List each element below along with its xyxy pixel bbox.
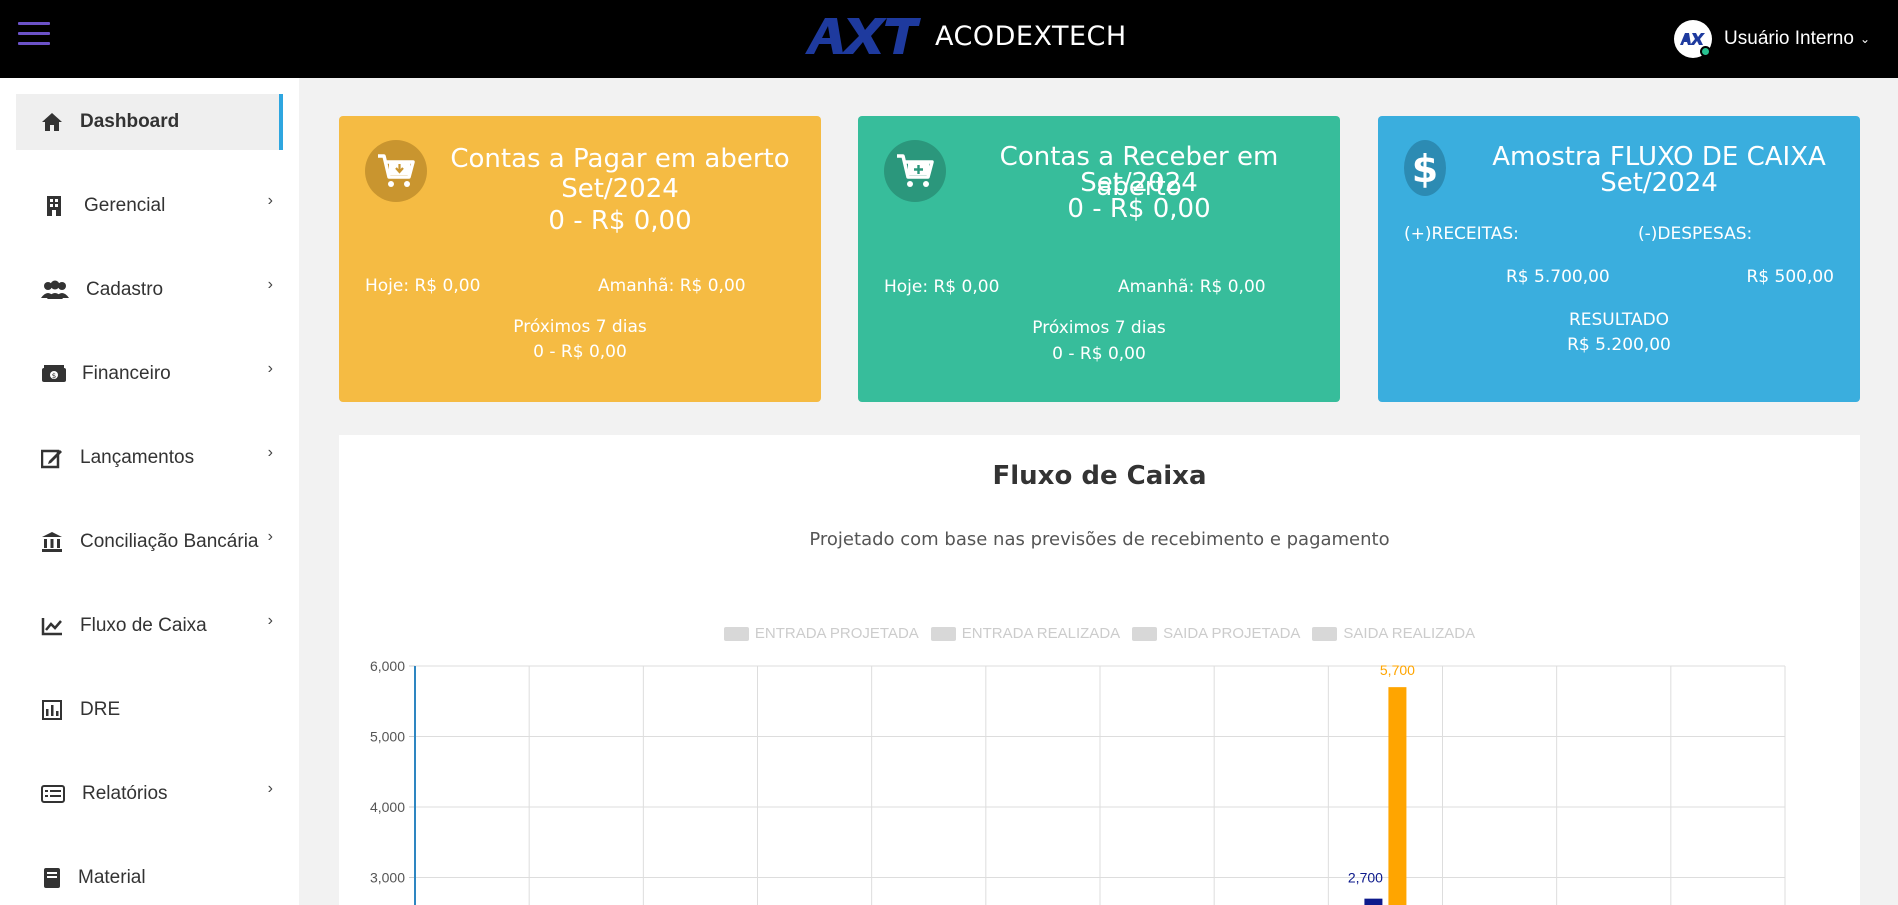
cart-download-icon	[365, 140, 427, 202]
card-fluxo-caixa[interactable]: $ Amostra FLUXO DE CAIXA Set/2024 (+)REC…	[1378, 116, 1860, 402]
book-icon	[40, 866, 64, 890]
sidebar-item-material[interactable]: Material	[16, 850, 283, 905]
cart-add-icon	[884, 140, 946, 202]
tomorrow-value: Amanhã: R$ 0,00	[598, 276, 746, 296]
user-name: Usuário Interno	[1724, 28, 1854, 49]
sidebar-item-dashboard[interactable]: Dashboard	[16, 94, 283, 150]
receitas-value: R$ 5.700,00	[1506, 267, 1610, 287]
user-menu[interactable]: Usuário Interno ⌄	[1674, 20, 1870, 58]
bank-icon	[40, 530, 64, 554]
sidebar-item-label: Conciliação Bancária	[80, 531, 259, 552]
chart-line-icon	[40, 614, 64, 638]
chevron-right-icon: ›	[267, 360, 273, 377]
list-icon	[40, 782, 66, 806]
card-contas-receber[interactable]: Contas a Receber em aberto Set/2024 0 - …	[858, 116, 1340, 402]
building-icon	[42, 194, 66, 218]
top-bar: ACODEXTECH Usuário Interno ⌄	[0, 0, 1898, 78]
sidebar-item-financeiro[interactable]: $ Financeiro ›	[16, 346, 283, 402]
sidebar-item-conciliacao[interactable]: Conciliação Bancária ›	[16, 514, 283, 570]
y-tick-label: 6,000	[370, 658, 405, 674]
data-label: 2,700	[1348, 870, 1383, 886]
card-title: Contas a Pagar em aberto	[450, 144, 790, 174]
online-status-icon	[1700, 46, 1712, 57]
next-7-days-value: 0 - R$ 0,00	[1052, 344, 1146, 364]
sidebar-item-gerencial[interactable]: Gerencial ›	[16, 178, 283, 234]
chevron-down-icon: ⌄	[1859, 32, 1870, 46]
card-value: 0 - R$ 0,00	[548, 206, 692, 236]
sidebar-item-label: Dashboard	[80, 111, 180, 132]
chevron-right-icon: ›	[267, 192, 273, 209]
home-icon	[40, 110, 64, 134]
tomorrow-value: Amanhã: R$ 0,00	[1118, 277, 1266, 297]
bar-entrada-projetada	[1364, 898, 1383, 905]
resultado-label: RESULTADO	[1568, 310, 1670, 330]
sidebar: Dashboard Gerencial › Cadastro › $ Finan…	[0, 78, 299, 905]
sidebar-item-label: Fluxo de Caixa	[80, 615, 207, 636]
today-value: Hoje: R$ 0,00	[884, 277, 1000, 297]
bar-entrada-realizada	[1388, 687, 1407, 905]
next-7-days-label: Próximos 7 dias	[1032, 318, 1166, 338]
edit-icon	[40, 446, 64, 470]
receitas-label: (+)RECEITAS:	[1404, 224, 1519, 244]
sidebar-item-label: Material	[78, 867, 146, 888]
resultado-value: R$ 5.200,00	[1567, 335, 1671, 355]
despesas-label: (-)DESPESAS:	[1638, 224, 1753, 244]
next-7-days-label: Próximos 7 dias	[513, 317, 647, 337]
sidebar-item-cadastro[interactable]: Cadastro ›	[16, 262, 283, 318]
sidebar-item-label: Cadastro	[86, 279, 164, 300]
chevron-right-icon: ›	[267, 528, 273, 545]
sidebar-item-lancamentos[interactable]: Lançamentos ›	[16, 430, 283, 486]
sidebar-item-label: Gerencial	[84, 195, 166, 216]
card-contas-pagar[interactable]: Contas a Pagar em aberto Set/2024 0 - R$…	[339, 116, 821, 402]
sidebar-item-dre[interactable]: DRE	[16, 682, 283, 738]
data-label: 5,700	[1380, 662, 1415, 678]
svg-text:$: $	[1412, 148, 1438, 188]
next-7-days-value: 0 - R$ 0,00	[533, 342, 627, 362]
card-value: 0 - R$ 0,00	[1067, 194, 1211, 224]
sidebar-item-label: Financeiro	[82, 363, 171, 384]
bar-chart: 3,000 4,000 5,000 6,000 2,700 5,700	[370, 658, 1786, 905]
chevron-right-icon: ›	[267, 780, 273, 797]
y-tick-label: 3,000	[370, 870, 405, 886]
money-icon: $	[40, 362, 68, 386]
y-tick-label: 4,000	[370, 799, 405, 815]
chevron-right-icon: ›	[267, 444, 273, 461]
brand-name: ACODEXTECH	[935, 20, 1127, 52]
today-value: Hoje: R$ 0,00	[365, 276, 481, 296]
sidebar-item-label: Relatórios	[82, 783, 168, 804]
brand-logo-icon	[805, 18, 921, 54]
report-icon	[40, 698, 64, 722]
svg-text:$: $	[52, 372, 56, 380]
card-period: Set/2024	[561, 174, 679, 204]
dollar-icon: $	[1404, 140, 1446, 196]
sidebar-item-label: DRE	[80, 699, 121, 720]
chevron-right-icon: ›	[267, 276, 273, 293]
despesas-value: R$ 500,00	[1746, 267, 1834, 287]
chart-panel: Fluxo de Caixa Projetado com base nas pr…	[339, 435, 1860, 905]
sidebar-item-relatorios[interactable]: Relatórios ›	[16, 766, 283, 822]
card-period: Set/2024	[1600, 168, 1718, 198]
users-icon	[40, 278, 70, 302]
avatar	[1674, 20, 1713, 58]
brand[interactable]: ACODEXTECH	[803, 14, 1127, 58]
chevron-right-icon: ›	[267, 612, 273, 629]
avatar-logo-icon	[1680, 33, 1706, 45]
y-tick-label: 5,000	[370, 729, 405, 745]
sidebar-item-label: Lançamentos	[80, 447, 195, 468]
sidebar-item-fluxo-de-caixa[interactable]: Fluxo de Caixa ›	[16, 598, 283, 654]
menu-toggle-icon[interactable]	[18, 22, 50, 48]
